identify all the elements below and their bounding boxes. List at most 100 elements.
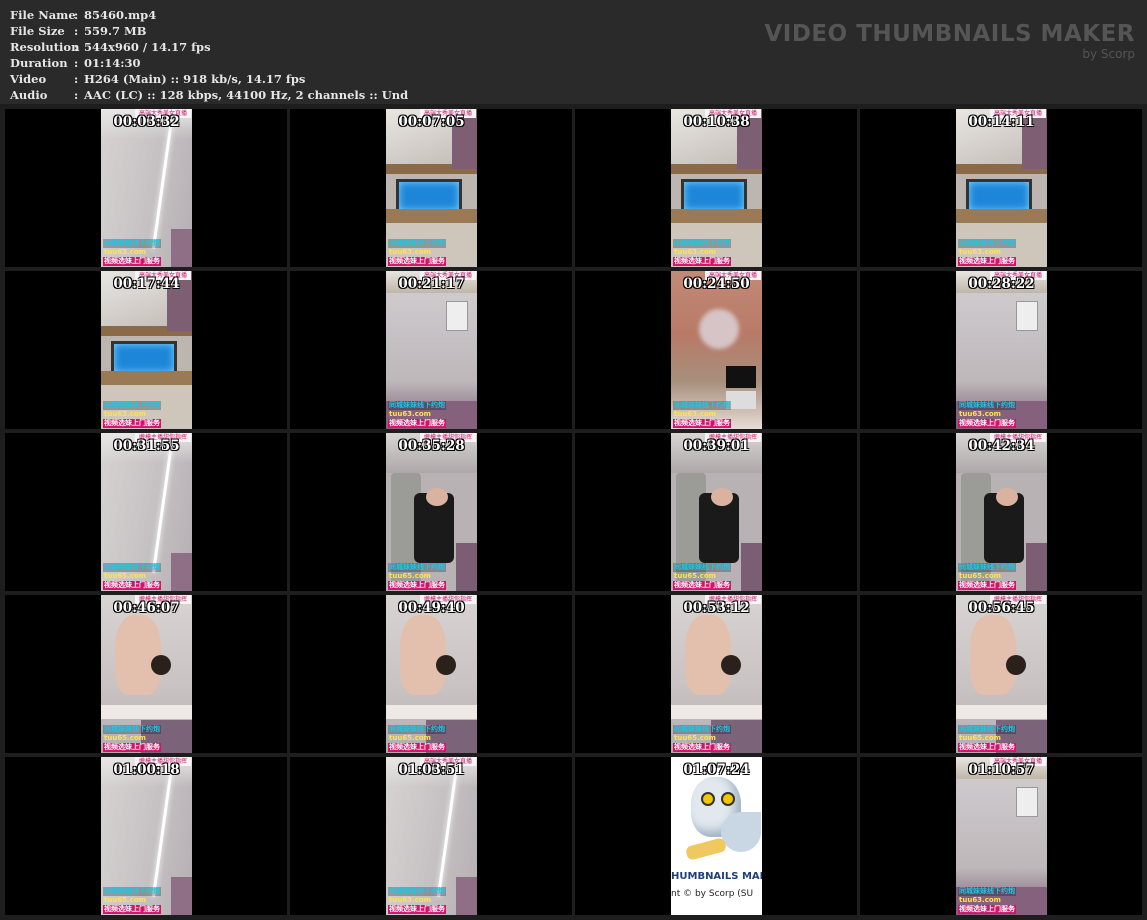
video-frame-image: 高端大秀美女直播 00:14:11 同城妹妹线下约炮 tuu63.com 视频选妹上门服… — [956, 109, 1047, 267]
file-info-label: Video — [10, 72, 47, 86]
timestamp-label: 01:03:51 — [398, 762, 465, 778]
file-info-separator: : — [74, 24, 79, 38]
thumbnail-cell[interactable]: 高端大秀美女直播 00:21:17 同城妹妹线下约炮 tuu63.com 视频选妹上门服… — [290, 271, 572, 429]
timestamp-label: 00:35:28 — [398, 438, 465, 454]
thumbnail-cell[interactable]: 高端大秀美女直播 00:10:38 同城妹妹线下约炮 tuu63.com 视频选妹上门服… — [575, 109, 857, 267]
frame-shape — [151, 655, 171, 675]
watermark-site: tuu65.com — [104, 734, 146, 742]
thumbnail-cell[interactable]: 嫩模主播甜你指挥 00:46:07 同城妹妹线下约炮 tuu65.com 视频选妹上门服… — [5, 595, 287, 753]
video-frame-image: 高端大秀美女直播 01:10:57 同城妹妹线下约炮 tuu63.com 视频选妹上门服… — [956, 757, 1047, 915]
thumbnail-cell[interactable]: 高端大秀美女直播 01:03:51 同城妹妹线下约炮 tuu63.com 视频选妹上门服… — [290, 757, 572, 915]
thumbnail-cell[interactable]: 嫩模主播甜你指挥 00:39:01 同城妹妹线下约炮 tuu65.com 视频选妹上门服… — [575, 433, 857, 591]
thumbnail-cell[interactable]: 嫩模主播甜你指挥 00:35:28 同城妹妹线下约炮 tuu65.com 视频选妹上门服… — [290, 433, 572, 591]
video-frame-image: 嫩模主播甜你指挥 00:53:12 同城妹妹线下约炮 tuu65.com 视频选妹上门服… — [671, 595, 762, 753]
thumbnail-cell[interactable]: 高端大秀美女直播 00:03:32 同城妹妹线下约炮 tuu63.com 视频选妹上门服… — [5, 109, 287, 267]
frame-shape — [426, 488, 448, 506]
video-frame-image: 高端大秀美女直播 00:03:32 同城妹妹线下约炮 tuu63.com 视频选妹上门服… — [101, 109, 192, 267]
timestamp-label: 00:24:50 — [683, 276, 750, 292]
frame-shape — [684, 837, 728, 861]
frame-bottom-watermark: 同城妹妹线下约炮 tuu65.com 视频选妹上门服务 — [958, 563, 1016, 590]
file-info-separator: : — [74, 8, 79, 22]
video-frame-image: 高端大秀美女直播 00:28:22 同城妹妹线下约炮 tuu63.com 视频选妹上门服… — [956, 271, 1047, 429]
thumbnail-cell[interactable]: 高端大秀美女直播 00:14:11 同城妹妹线下约炮 tuu63.com 视频选妹上门服… — [860, 109, 1142, 267]
thumbnail-cell[interactable]: 高端大秀美女直播 00:07:05 同城妹妹线下约炮 tuu63.com 视频选妹上门服… — [290, 109, 572, 267]
file-info-label: File Size — [10, 24, 65, 38]
frame-bottom-watermark: 同城妹妹线下约炮 tuu63.com 视频选妹上门服务 — [958, 239, 1016, 266]
watermark-line: 视频选妹上门服务 — [103, 905, 161, 914]
watermark-line: 视频选妹上门服务 — [103, 419, 161, 428]
frame-shape — [436, 655, 456, 675]
watermark-site: tuu65.com — [389, 572, 431, 580]
watermark-line: 视频选妹上门服务 — [388, 257, 446, 266]
thumbnail-cell[interactable]: 嫩模主播甜你指挥 00:49:40 同城妹妹线下约炮 tuu65.com 视频选妹上门服… — [290, 595, 572, 753]
frame-shape — [741, 543, 762, 591]
timestamp-label: 00:17:44 — [113, 276, 180, 292]
thumbnail-cell[interactable]: 高端大秀美女直播 00:28:22 同城妹妹线下约炮 tuu63.com 视频选妹上门服… — [860, 271, 1142, 429]
file-info-value: H264 (Main) :: 918 kb/s, 14.17 fps — [84, 72, 306, 86]
file-info-value: AAC (LC) :: 128 kbps, 44100 Hz, 2 channe… — [84, 88, 409, 102]
watermark-line: 同城妹妹线下约炮 — [958, 725, 1016, 734]
frame-shape — [456, 877, 477, 915]
frame-shape — [726, 366, 756, 388]
watermark-site: tuu63.com — [674, 248, 716, 256]
frame-bottom-watermark: 同城妹妹线下约炮 tuu63.com 视频选妹上门服务 — [388, 401, 446, 428]
watermark-line: 同城妹妹线下约炮 — [388, 887, 446, 896]
thumbnail-cell[interactable]: 嫩模主播甜你指挥 01:00:18 同城妹妹线下约炮 tuu65.com 视频选妹上门服… — [5, 757, 287, 915]
video-frame-image: 高端大秀美女直播 00:17:44 同城妹妹线下约炮 tuu63.com 视频选妹上门服… — [101, 271, 192, 429]
frame-shape — [101, 371, 192, 385]
watermark-line: 同城妹妹线下约炮 — [103, 401, 161, 410]
file-info-separator: : — [74, 56, 79, 70]
watermark-site: tuu65.com — [104, 896, 146, 904]
timestamp-label: 01:00:18 — [113, 762, 180, 778]
brand-subtitle: by Scorp — [1082, 47, 1135, 61]
thumbnail-cell[interactable]: 高端大秀美女直播 01:10:57 同城妹妹线下约炮 tuu63.com 视频选妹上门服… — [860, 757, 1142, 915]
thumbnail-cell[interactable]: 高端大秀美女直播 00:17:44 同城妹妹线下约炮 tuu63.com 视频选妹上门服… — [5, 271, 287, 429]
video-frame-image: 高端大秀美女直播 00:24:50 同城妹妹线下约炮 tuu63.com 视频选妹上门服… — [671, 271, 762, 429]
video-frame-image: 嫩模主播甜你指挥 00:42:34 同城妹妹线下约炮 tuu65.com 视频选妹上门服… — [956, 433, 1047, 591]
thumbnail-cell[interactable]: 嫩模主播甜你指挥 00:56:45 同城妹妹线下约炮 tuu65.com 视频选妹上门服… — [860, 595, 1142, 753]
frame-bottom-watermark: 同城妹妹线下约炮 tuu63.com 视频选妹上门服务 — [103, 401, 161, 428]
watermark-line: 视频选妹上门服务 — [103, 743, 161, 752]
timestamp-label: 00:46:07 — [113, 600, 180, 616]
watermark-line: 视频选妹上门服务 — [958, 743, 1016, 752]
frame-shape — [996, 488, 1018, 506]
watermark-line: 视频选妹上门服务 — [958, 581, 1016, 590]
timestamp-label: 00:10:38 — [683, 114, 750, 130]
file-info-value: 01:14:30 — [84, 56, 141, 70]
video-frame-image: 高端大秀美女直播 00:10:38 同城妹妹线下约炮 tuu63.com 视频选妹上门服… — [671, 109, 762, 267]
watermark-line: 同城妹妹线下约炮 — [103, 239, 161, 248]
watermark-line: 同城妹妹线下约炮 — [388, 725, 446, 734]
frame-bottom-watermark: 同城妹妹线下约炮 tuu63.com 视频选妹上门服务 — [958, 887, 1016, 914]
watermark-line: 视频选妹上门服务 — [103, 257, 161, 266]
watermark-line: 同城妹妹线下约炮 — [103, 563, 161, 572]
video-frame-image: 嫩模主播甜你指挥 00:56:45 同城妹妹线下约炮 tuu65.com 视频选妹上门服… — [956, 595, 1047, 753]
timestamp-label: 00:53:12 — [683, 600, 750, 616]
file-info-value: 559.7 MB — [84, 24, 147, 38]
video-frame-image: 嫩模主播甜你指挥 01:00:18 同城妹妹线下约炮 tuu65.com 视频选妹上门服… — [101, 757, 192, 915]
frame-shape — [396, 179, 462, 213]
frame-bottom-watermark: 同城妹妹线下约炮 tuu65.com 视频选妹上门服务 — [673, 725, 731, 752]
frame-shape — [386, 209, 477, 223]
frame-bottom-watermark: 同城妹妹线下约炮 tuu65.com 视频选妹上门服务 — [958, 725, 1016, 752]
thumbnail-cell[interactable]: 嫩模主播甜你指挥 00:31:55 同城妹妹线下约炮 tuu65.com 视频选妹上门服… — [5, 433, 287, 591]
thumbnail-cell[interactable]: 嫩模主播甜你指挥 00:42:34 同城妹妹线下约炮 tuu65.com 视频选妹上门服… — [860, 433, 1142, 591]
frame-shape — [446, 301, 468, 331]
frame-shape — [101, 705, 192, 719]
watermark-site: tuu63.com — [959, 248, 1001, 256]
watermark-site: tuu63.com — [959, 410, 1001, 418]
owl-banner-credit: nt © by Scorp (SU — [671, 889, 754, 899]
thumbnail-cell[interactable]: 01:07:24 HUMBNAILS MAKER 8 nt © by Scorp (… — [575, 757, 857, 915]
file-info-row: File Size:559.7 MB — [10, 23, 408, 39]
thumbnail-cell[interactable]: 高端大秀美女直播 00:24:50 同城妹妹线下约炮 tuu63.com 视频选妹上门服… — [575, 271, 857, 429]
watermark-line: 视频选妹上门服务 — [958, 419, 1016, 428]
timestamp-label: 00:31:55 — [113, 438, 180, 454]
frame-bottom-watermark: 同城妹妹线下约炮 tuu65.com 视频选妹上门服务 — [103, 563, 161, 590]
watermark-line: 同城妹妹线下约炮 — [673, 725, 731, 734]
thumbnail-cell[interactable]: 嫩模主播甜你指挥 00:53:12 同城妹妹线下约炮 tuu65.com 视频选妹上门服… — [575, 595, 857, 753]
watermark-line: 视频选妹上门服务 — [388, 581, 446, 590]
file-info-label: Resolution — [10, 40, 80, 54]
watermark-line: 视频选妹上门服务 — [958, 905, 1016, 914]
frame-shape — [699, 309, 739, 349]
watermark-site: tuu65.com — [389, 734, 431, 742]
frame-bottom-watermark: 同城妹妹线下约炮 tuu63.com 视频选妹上门服务 — [103, 239, 161, 266]
